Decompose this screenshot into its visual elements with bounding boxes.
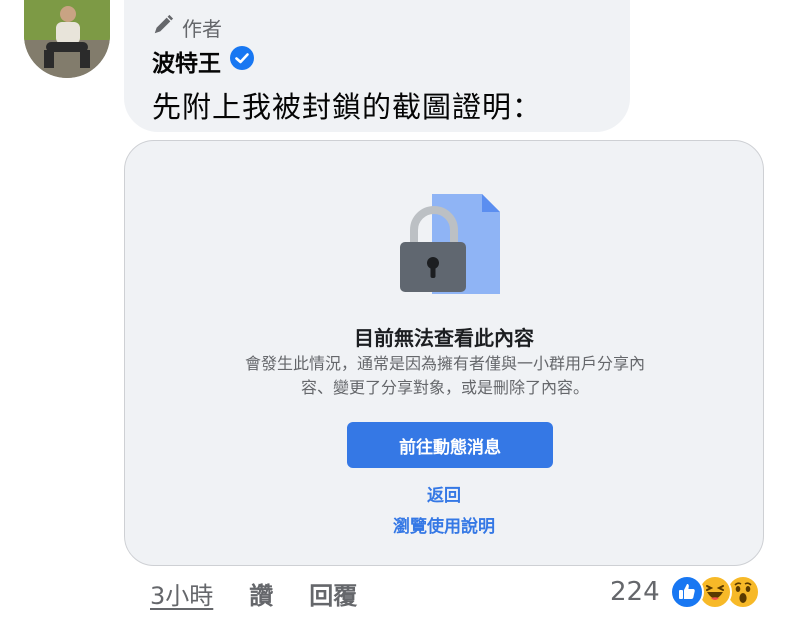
- author-name[interactable]: 波特王: [152, 44, 221, 78]
- author-badge: 作者: [152, 14, 222, 41]
- comment-page: 作者 波特王 先附上我被封鎖的截圖證明： 目前無法查看此內容 會發生此情況，通常…: [0, 0, 800, 625]
- help-center-link[interactable]: 瀏覽使用說明: [124, 512, 764, 537]
- reactions-summary[interactable]: 224: [610, 574, 760, 610]
- comment-text: 先附上我被封鎖的截圖證明：: [152, 90, 543, 124]
- avatar-photo: [24, 0, 110, 78]
- description-line-1: 會發生此情況，通常是因為擁有者僅與一小群用戶分享內: [244, 354, 645, 373]
- description-line-2: 容、變更了分享對象，或是刪除了內容。: [300, 378, 589, 397]
- verified-badge-icon: [229, 45, 255, 77]
- like-button[interactable]: 讚: [249, 576, 273, 611]
- avatar[interactable]: [24, 0, 110, 78]
- reply-button[interactable]: 回覆: [309, 576, 357, 611]
- unavailable-title: 目前無法查看此內容: [354, 326, 534, 350]
- author-badge-label: 作者: [182, 16, 222, 41]
- go-to-feed-button[interactable]: 前往動態消息: [347, 422, 553, 468]
- locked-document-icon: [398, 192, 502, 296]
- unavailable-description: 會發生此情況，通常是因為擁有者僅與一小群用戶分享內 容、變更了分享對象，或是刪除…: [200, 352, 690, 400]
- comment-actions: 3小時 讚 回覆: [150, 576, 357, 610]
- pen-icon: [152, 14, 174, 41]
- timestamp-link[interactable]: 3小時: [150, 576, 213, 611]
- like-icon: [669, 575, 704, 609]
- reaction-count: 224: [610, 577, 660, 607]
- back-link[interactable]: 返回: [124, 481, 764, 506]
- author-name-row: 波特王: [152, 45, 255, 77]
